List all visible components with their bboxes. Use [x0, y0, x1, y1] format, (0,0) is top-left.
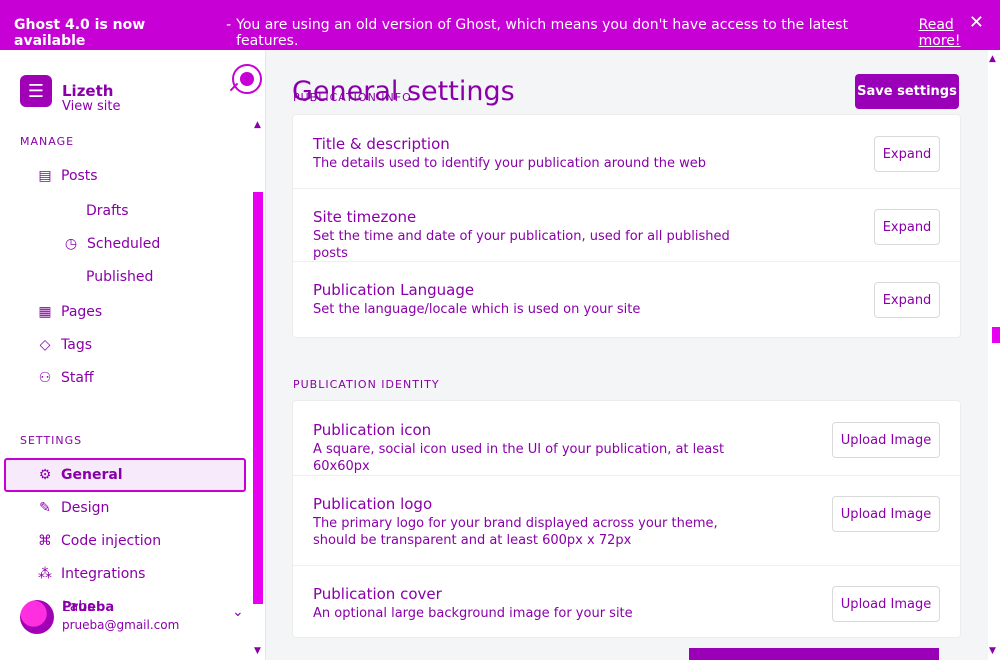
row-description: Set the language/locale which is used on…	[313, 302, 641, 317]
scheduled-icon: ◷	[64, 236, 78, 252]
sidebar: ☰ Lizeth View site MANAGE ▤ Posts Drafts…	[0, 50, 266, 660]
row-title: Publication logo	[313, 495, 433, 513]
banner-read-more-link[interactable]: Read more!	[919, 17, 1000, 49]
upload-image-button[interactable]: Upload Image	[832, 496, 940, 532]
sidebar-item-label: Staff	[61, 370, 94, 386]
scroll-up-arrow-icon[interactable]: ▲	[989, 54, 996, 64]
site-name[interactable]: Lizeth	[62, 82, 113, 100]
site-logo-icon[interactable]: ☰	[20, 75, 52, 107]
settings-section-label: SETTINGS	[20, 434, 83, 447]
sidebar-item-label: Integrations	[61, 566, 146, 582]
pages-icon: ▦	[38, 304, 52, 320]
publication-info-label: PUBLICATION INFO	[293, 91, 412, 104]
integrations-icon: ⁂	[38, 566, 52, 582]
row-description: Set the time and date of your publicatio…	[313, 229, 730, 261]
settings-row-publication-cover: Publication cover An optional large back…	[293, 565, 960, 637]
tags-icon: ◇	[39, 337, 51, 353]
publication-identity-label: PUBLICATION IDENTITY	[293, 378, 440, 391]
sidebar-item-design[interactable]: ✎ Design	[36, 496, 109, 520]
publication-identity-card: Publication icon A square, social icon u…	[292, 400, 961, 638]
expand-button[interactable]: Expand	[874, 282, 940, 318]
sidebar-item-tags[interactable]: ◇ Tags	[36, 333, 92, 357]
user-name: Prueba	[62, 600, 115, 615]
avatar	[20, 600, 54, 634]
settings-row-publication-icon: Publication icon A square, social icon u…	[293, 401, 960, 476]
sidebar-item-published[interactable]: Published	[62, 265, 153, 289]
expand-button[interactable]: Expand	[874, 136, 940, 172]
chevron-down-icon[interactable]: ⌄	[232, 604, 244, 620]
view-site-link[interactable]: View site	[62, 99, 120, 114]
banner-message: You are using an old version of Ghost, w…	[236, 17, 849, 49]
update-banner: Ghost 4.0 is now available - You are usi…	[0, 0, 1000, 50]
manage-section-label: MANAGE	[20, 135, 75, 148]
gear-icon: ⚙	[38, 467, 52, 483]
scroll-down-arrow-icon[interactable]: ▼	[989, 646, 996, 656]
sidebar-item-general[interactable]: ⚙ General	[4, 458, 246, 492]
brush-icon: ✎	[39, 500, 51, 516]
expand-button[interactable]: Expand	[874, 209, 940, 245]
scroll-down-arrow-icon[interactable]: ▼	[254, 646, 261, 656]
sidebar-item-drafts[interactable]: Drafts	[62, 199, 129, 223]
row-title: Publication icon	[313, 421, 432, 439]
sidebar-item-label: Code injection	[61, 533, 162, 549]
row-description: The details used to identify your public…	[313, 156, 706, 171]
settings-row-language: Publication Language Set the language/lo…	[293, 261, 960, 337]
cover-image-preview	[689, 648, 939, 660]
upload-image-button[interactable]: Upload Image	[832, 422, 940, 458]
sidebar-item-label: Pages	[61, 304, 103, 320]
search-icon[interactable]	[232, 64, 262, 94]
settings-row-publication-logo: Publication logo The primary logo for yo…	[293, 475, 960, 566]
row-title: Site timezone	[313, 208, 417, 226]
row-title: Publication Language	[313, 281, 475, 299]
scroll-up-arrow-icon[interactable]: ▲	[254, 120, 261, 130]
sidebar-item-scheduled[interactable]: ◷ Scheduled	[62, 232, 160, 256]
save-button[interactable]: Save settings	[855, 74, 959, 109]
sidebar-item-integrations[interactable]: ⁂ Integrations	[36, 562, 145, 586]
sidebar-item-label: Scheduled	[87, 236, 161, 252]
sidebar-item-label: Design	[61, 500, 110, 516]
settings-row-timezone: Site timezone Set the time and date of y…	[293, 188, 960, 262]
publication-info-card: Title & description The details used to …	[292, 114, 961, 338]
sidebar-item-code-injection[interactable]: ⌘ Code injection	[36, 529, 161, 553]
sidebar-scrollbar[interactable]	[253, 192, 263, 604]
upload-image-button[interactable]: Upload Image	[832, 586, 940, 622]
row-title: Publication cover	[313, 585, 442, 603]
banner-headline: Ghost 4.0 is now available	[14, 17, 146, 49]
sidebar-item-label: Drafts	[86, 203, 129, 219]
sidebar-item-label: Posts	[61, 168, 98, 184]
page-scrollbar-thumb[interactable]	[992, 327, 1000, 343]
banner-separator: -	[226, 17, 232, 33]
sidebar-item-pages[interactable]: ▦ Pages	[36, 300, 102, 324]
sidebar-item-label: Tags	[61, 337, 92, 353]
close-icon[interactable]: ✕	[969, 12, 984, 33]
sidebar-item-posts[interactable]: ▤ Posts	[36, 164, 98, 188]
sidebar-item-label: General	[61, 467, 123, 483]
sidebar-item-label: Published	[86, 269, 154, 285]
user-email: prueba@gmail.com	[62, 618, 180, 632]
row-description: The primary logo for your brand displaye…	[313, 516, 718, 548]
page-scrollbar[interactable]: ▲ ▼	[988, 50, 1000, 660]
user-menu[interactable]: Prueba prueba@gmail.com ⌄	[20, 600, 260, 644]
row-description: An optional large background image for y…	[313, 606, 633, 621]
row-title: Title & description	[313, 135, 450, 153]
main-content: General settings Save settings PUBLICATI…	[266, 50, 1000, 660]
staff-icon: ⚇	[38, 370, 52, 386]
row-description: A square, social icon used in the UI of …	[313, 442, 725, 474]
code-icon: ⌘	[38, 533, 52, 549]
posts-icon: ▤	[38, 168, 52, 184]
sidebar-item-staff[interactable]: ⚇ Staff	[36, 366, 94, 390]
settings-row-title-description: Title & description The details used to …	[293, 115, 960, 189]
